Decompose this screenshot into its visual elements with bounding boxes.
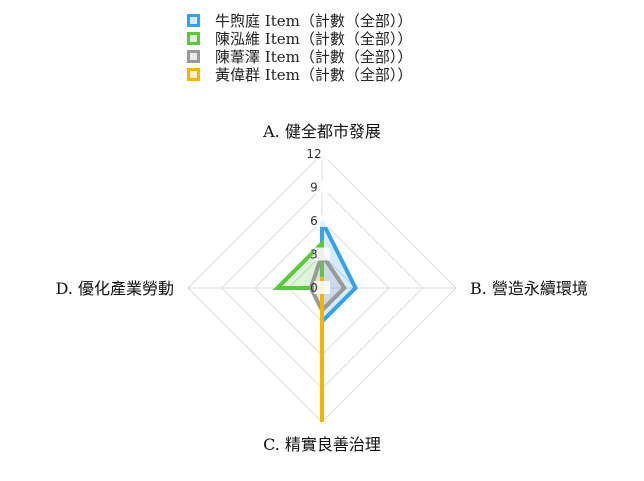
tick-label-3: 9 — [310, 181, 318, 195]
tick-label-4: 12 — [306, 147, 321, 161]
axis-label-0: A. 健全都市發展 — [262, 122, 381, 141]
legend-label-2: 陳葦澤 Item（計數（全部）） — [215, 48, 412, 66]
axis-label-2: C. 精實良善治理 — [263, 435, 381, 454]
legend: 牛煦庭 Item（計數（全部））陳泓維 Item（計數（全部））陳葦澤 Item… — [187, 12, 412, 84]
legend-label-0: 牛煦庭 Item（計數（全部）） — [215, 12, 412, 30]
legend-swatch-1 — [187, 32, 200, 45]
legend-swatch-0 — [187, 14, 200, 27]
legend-label-3: 黃偉群 Item（計數（全部）） — [215, 66, 412, 84]
axis-label-3: D. 優化產業勞動 — [56, 279, 174, 298]
radar-chart: 0 3 6 9 12 A. 健全都市發展 B. 營造永續環境 C. 精實良善治理 D. 優化產… — [0, 0, 644, 476]
radar-chart-svg: 0 3 6 9 12 A. 健全都市發展 B. 營造永續環境 C. 精實良善治理 D. 優化產… — [56, 12, 588, 454]
axis-label-1: B. 營造永續環境 — [470, 279, 588, 298]
tick-label-2: 6 — [310, 214, 318, 228]
legend-swatch-3 — [187, 68, 200, 81]
legend-swatch-2 — [187, 50, 200, 63]
legend-label-1: 陳泓維 Item（計數（全部）） — [215, 30, 412, 48]
tick-label-1: 3 — [310, 248, 318, 262]
tick-label-0: 0 — [310, 281, 318, 295]
